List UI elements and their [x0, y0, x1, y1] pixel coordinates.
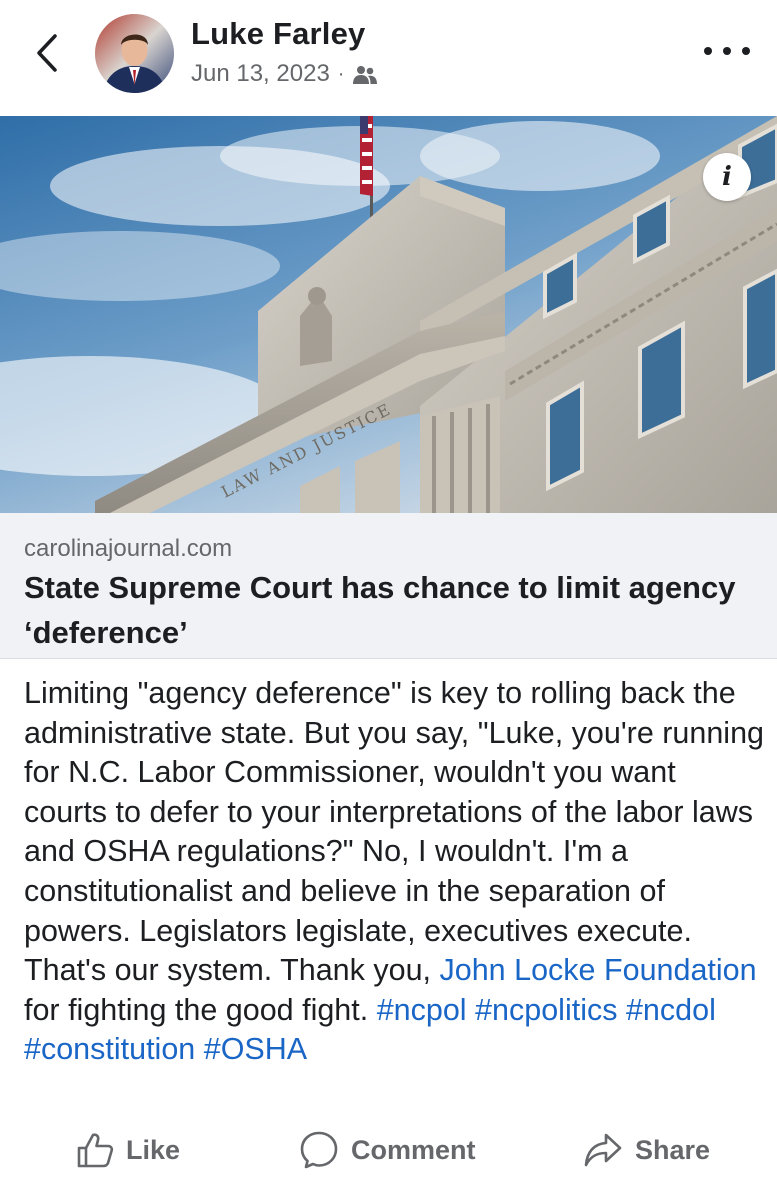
post-text: Limiting "agency deference" is key to ro… — [24, 676, 764, 988]
info-icon[interactable]: i — [703, 153, 751, 201]
hashtag-link[interactable]: #ncpolitics — [475, 993, 617, 1027]
hashtag-link[interactable]: #ncpol — [377, 993, 467, 1027]
author-name[interactable]: Luke Farley — [191, 16, 366, 52]
ellipsis-dot — [704, 47, 712, 55]
share-button[interactable]: Share — [583, 1127, 710, 1173]
comment-label: Comment — [351, 1134, 476, 1165]
more-options-button[interactable] — [704, 36, 750, 66]
link-preview-caption[interactable]: carolinajournal.com State Supreme Court … — [0, 513, 777, 659]
avatar-image — [95, 14, 174, 93]
ellipsis-dot — [742, 47, 750, 55]
share-arrow-icon — [584, 1133, 622, 1167]
hashtag-link[interactable]: #ncdol — [626, 993, 716, 1027]
post-text-continued: for fighting the good fight. — [24, 992, 369, 1027]
back-button[interactable] — [30, 30, 64, 76]
action-bar: Like Comment Share — [0, 1115, 777, 1185]
courthouse-photo: LAW AND JUSTICE — [0, 116, 777, 513]
hashtag-link[interactable]: #constitution — [24, 1032, 195, 1066]
post-body: Limiting "agency deference" is key to ro… — [24, 674, 764, 1070]
author-avatar[interactable] — [95, 14, 174, 93]
like-label: Like — [126, 1134, 181, 1165]
share-label: Share — [635, 1134, 711, 1165]
like-button[interactable]: Like — [76, 1127, 180, 1173]
ellipsis-dot — [723, 47, 731, 55]
comment-bubble-icon — [300, 1131, 338, 1169]
link-preview-image[interactable]: LAW AND JUSTICE — [0, 116, 777, 513]
post-header: Luke Farley Jun 13, 2023 · — [0, 0, 777, 116]
thumbs-up-icon — [77, 1133, 114, 1168]
link-domain: carolinajournal.com — [24, 535, 233, 562]
post-date[interactable]: Jun 13, 2023 — [191, 60, 330, 88]
meta-separator: · — [337, 62, 345, 85]
chevron-left-icon — [37, 34, 57, 72]
hashtag-link[interactable]: #OSHA — [204, 1032, 307, 1066]
post-meta: Jun 13, 2023 · — [191, 60, 378, 88]
comment-button[interactable]: Comment — [299, 1127, 476, 1173]
friends-icon[interactable] — [352, 64, 378, 84]
link-title: State Supreme Court has chance to limit … — [24, 570, 736, 650]
mention-link[interactable]: John Locke Foundation — [440, 953, 757, 987]
